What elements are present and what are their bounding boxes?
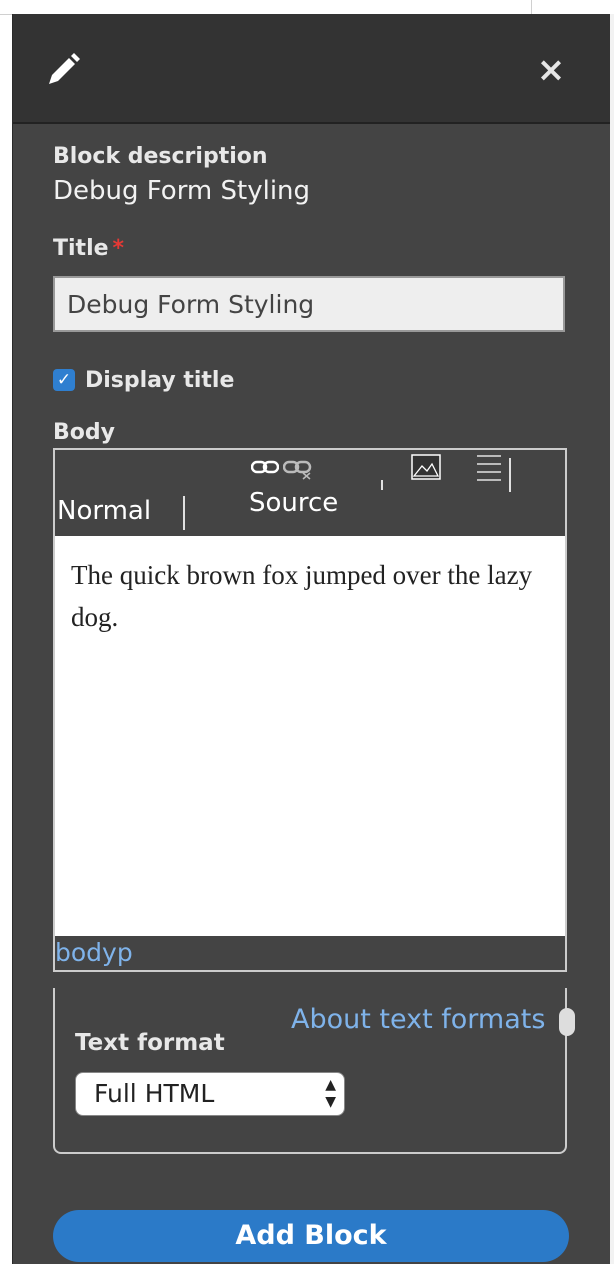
toolbar-divider [381,480,383,490]
block-description-label: Block description [53,144,268,169]
tray-header: × [13,14,610,124]
editor-content-area[interactable]: The quick brown fox jumped over the lazy… [55,536,565,936]
pencil-icon [49,53,80,84]
text-format-wrapper: About text formats Text format Full HTML… [53,988,575,1154]
paragraph-format-select[interactable]: Normal [57,496,151,526]
body-editor: Normal Source The quick brown fox jumped… [53,448,567,972]
about-text-formats-link[interactable]: About text formats [291,1004,545,1035]
display-title-label: Display title [85,367,235,393]
off-canvas-tray: × Block description Debug Form Styling T… [12,14,610,1264]
close-icon[interactable]: × [531,50,571,90]
toolbar-divider [509,458,511,492]
link-icon[interactable] [251,458,279,476]
title-label: Title * [53,236,124,261]
unlink-icon[interactable] [283,458,313,480]
editor-content-text[interactable]: The quick brown fox jumped over the lazy… [71,554,551,638]
editor-toolbar: Normal Source [55,450,565,536]
divider [531,0,532,14]
source-button[interactable]: Source [249,488,338,518]
body-label: Body [53,420,115,445]
blockquote-icon[interactable] [475,452,503,484]
title-input[interactable] [53,276,565,332]
element-path-bar[interactable]: bodyp [55,936,565,970]
browser-top-strip [0,0,614,15]
required-marker: * [112,236,125,261]
block-description-value: Debug Form Styling [53,176,311,206]
text-format-selected: Full HTML [94,1079,215,1108]
display-title-checkbox-row[interactable]: ✓ Display title [53,364,234,396]
select-arrows-icon: ▲ ▼ [325,1077,336,1110]
about-toggle-icon[interactable] [559,1008,575,1036]
toolbar-divider [183,496,185,530]
text-format-select[interactable]: Full HTML ▲ ▼ [75,1072,345,1116]
display-title-checkbox[interactable]: ✓ [53,369,75,391]
title-label-text: Title [53,236,109,261]
add-block-button[interactable]: Add Block [53,1210,569,1262]
image-icon[interactable] [411,452,441,480]
text-format-label: Text format [75,1030,225,1056]
